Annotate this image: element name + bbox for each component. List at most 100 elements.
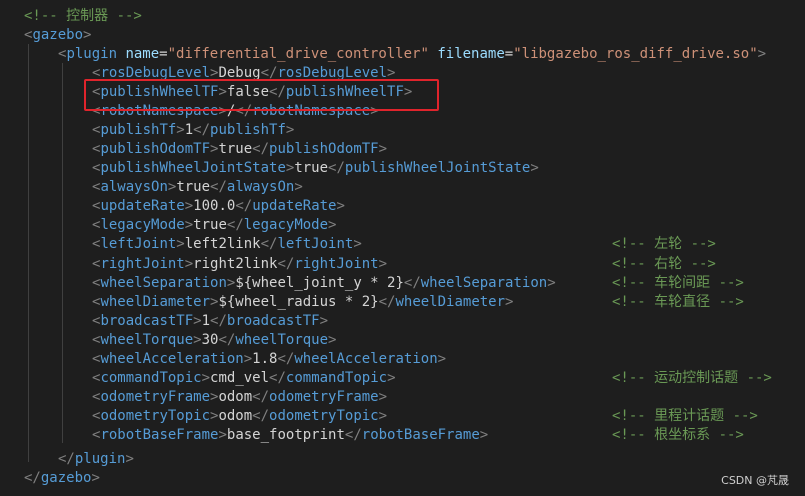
- gazebo-open-tag: <gazebo>: [24, 27, 92, 43]
- end-close-bracket: >: [378, 408, 388, 424]
- end-open-bracket: </: [235, 198, 253, 214]
- param-close-tag: broadcastTF: [226, 313, 320, 329]
- end-close-bracket: >: [437, 351, 447, 367]
- end-open-bracket: </: [260, 236, 278, 252]
- close-bracket: >: [184, 256, 194, 272]
- param-close-tag: leftJoint: [277, 236, 354, 252]
- param-open-tag: publishOdomTF: [100, 141, 211, 157]
- param-line-publish-wheel-tf: <publishWheelTF>false</publishWheelTF>: [92, 83, 412, 102]
- close-bracket: >: [193, 332, 202, 348]
- param-close-tag: commandTopic: [285, 370, 388, 386]
- param-line-wheel-torque: <wheelTorque>30</wheelTorque>: [92, 331, 336, 350]
- end-close-bracket: >: [319, 313, 329, 329]
- param-comment: <!-- 右轮 -->: [612, 256, 716, 272]
- param-comment: <!-- 车轮间距 -->: [612, 275, 744, 291]
- param-open-tag: leftJoint: [100, 236, 177, 252]
- param-line-wheel-diameter: <wheelDiameter>${wheel_radius * 2}</whee…: [92, 293, 513, 312]
- param-open-tag: legacyMode: [100, 217, 185, 233]
- end-open-bracket: </: [235, 103, 253, 119]
- param-close-tag: legacyMode: [243, 217, 329, 233]
- param-value: 1: [184, 122, 194, 138]
- param-value: 100.0: [193, 198, 236, 214]
- param-open-tag: odometryTopic: [100, 408, 211, 424]
- param-line-odometry-frame: <odometryFrame>odom</odometryFrame>: [92, 388, 387, 407]
- param-value: false: [226, 84, 270, 100]
- param-line-wheel-separation: <wheelSeparation>${wheel_joint_y * 2}</w…: [92, 274, 556, 293]
- param-value: true: [193, 217, 227, 233]
- close-bracket: >: [218, 103, 227, 119]
- close-bracket: >: [201, 370, 211, 386]
- param-close-tag: robotNamespace: [252, 103, 371, 119]
- param-open-tag: wheelSeparation: [100, 275, 227, 291]
- param-value: ${wheel_radius * 2}: [218, 294, 379, 310]
- param-open-tag: robotNamespace: [100, 103, 219, 119]
- param-open-tag: alwaysOn: [100, 179, 168, 195]
- param-line-robot-namespace: <robotNamespace>/</robotNamespace>: [92, 102, 379, 121]
- param-close-tag: publishTf: [210, 122, 286, 138]
- param-value: 1: [201, 313, 211, 329]
- param-line-robot-base-frame: <robotBaseFrame>base_footprint</robotBas…: [92, 426, 488, 445]
- end-open-bracket: </: [269, 370, 286, 386]
- param-line-command-topic: <commandTopic>cmd_vel</commandTopic>: [92, 369, 396, 388]
- param-line-update-rate: <updateRate>100.0</updateRate>: [92, 197, 345, 216]
- param-line-right-joint: <rightJoint>right2link</rightJoint>: [92, 255, 387, 274]
- end-close-bracket: >: [328, 332, 337, 348]
- end-close-bracket: >: [378, 256, 388, 272]
- end-open-bracket: </: [277, 256, 295, 272]
- param-value: true: [176, 179, 211, 195]
- close-bracket: >: [193, 313, 202, 329]
- code-editor[interactable]: <!-- 控制器 --> <gazebo> <plugin name="diff…: [0, 0, 805, 496]
- end-close-bracket: >: [294, 179, 303, 195]
- end-close-bracket: >: [336, 198, 345, 214]
- param-value: base_footprint: [226, 427, 345, 443]
- param-close-tag: alwaysOn: [226, 179, 295, 195]
- close-bracket: >: [243, 351, 253, 367]
- header-comment: <!-- 控制器 -->: [24, 8, 142, 24]
- param-close-tag: rightJoint: [294, 256, 379, 272]
- indent-guide: [62, 63, 63, 443]
- param-close-tag: publishOdomTF: [269, 141, 379, 157]
- end-close-bracket: >: [547, 275, 556, 291]
- param-line-publish-wheel-joint-state: <publishWheelJointState>true</publishWhe…: [92, 159, 539, 178]
- param-close-tag: wheelTorque: [235, 332, 329, 348]
- param-close-tag: wheelSeparation: [420, 275, 548, 291]
- param-open-tag: wheelTorque: [100, 332, 194, 348]
- watermark: CSDN @芃晟: [721, 474, 789, 487]
- param-close-tag: updateRate: [252, 198, 337, 214]
- end-close-bracket: >: [285, 122, 295, 138]
- param-line-legacy-mode: <legacyMode>true</legacyMode>: [92, 216, 336, 235]
- param-value: odom: [218, 389, 253, 405]
- param-close-tag: odometryTopic: [269, 408, 379, 424]
- param-line-publish-odom-tf: <publishOdomTF>true</publishOdomTF>: [92, 140, 387, 159]
- param-comment: <!-- 左轮 -->: [612, 236, 716, 252]
- param-line-publish-tf: <publishTf>1</publishTf>: [92, 121, 294, 140]
- param-open-tag: odometryFrame: [100, 389, 211, 405]
- end-open-bracket: </: [328, 160, 345, 176]
- param-close-tag: wheelDiameter: [395, 294, 506, 310]
- param-open-tag: robotBaseFrame: [100, 427, 219, 443]
- param-open-tag: wheelAcceleration: [100, 351, 244, 367]
- end-close-bracket: >: [403, 84, 413, 100]
- close-bracket: >: [176, 122, 185, 138]
- close-bracket: >: [176, 236, 185, 252]
- param-line-broadcast-tf: <broadcastTF>1</broadcastTF>: [92, 312, 328, 331]
- end-close-bracket: >: [378, 141, 388, 157]
- end-open-bracket: </: [252, 141, 270, 157]
- param-open-tag: publishTf: [100, 122, 177, 138]
- param-line-ros-debug-level: <rosDebugLevel>Debug</rosDebugLevel>: [92, 64, 395, 83]
- param-value: right2link: [193, 256, 278, 272]
- param-open-tag: commandTopic: [100, 370, 202, 386]
- param-close-tag: wheelAcceleration: [294, 351, 438, 367]
- end-close-bracket: >: [505, 294, 514, 310]
- plugin-open-tag: <plugin name="differential_drive_control…: [58, 46, 767, 62]
- end-open-bracket: </: [252, 389, 270, 405]
- end-close-bracket: >: [353, 236, 362, 252]
- close-bracket: >: [218, 427, 227, 443]
- param-line-always-on: <alwaysOn>true</alwaysOn>: [92, 178, 303, 197]
- param-comment: <!-- 车轮直径 -->: [612, 294, 744, 310]
- param-value: left2link: [184, 236, 261, 252]
- param-open-tag: publishWheelJointState: [100, 160, 286, 176]
- param-open-tag: wheelDiameter: [100, 294, 211, 310]
- param-comment: <!-- 里程计话题 -->: [612, 408, 758, 424]
- param-open-tag: rosDebugLevel: [100, 65, 211, 81]
